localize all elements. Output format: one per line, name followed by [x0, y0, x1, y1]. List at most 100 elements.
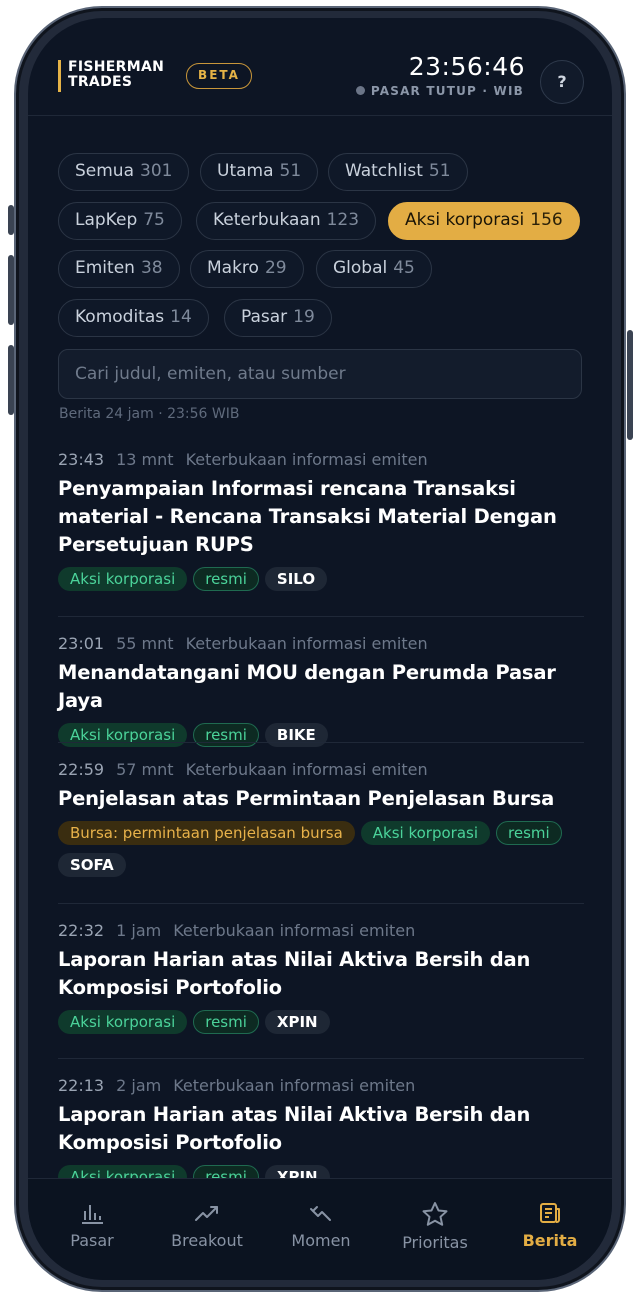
news-tags: Aksi korporasi resmi BIKE	[58, 723, 584, 755]
news-divider	[58, 742, 584, 743]
tag-category[interactable]: Aksi korporasi	[58, 723, 188, 747]
filter-chip-semua[interactable]: Semua 301	[58, 153, 190, 191]
filter-chip-pasar[interactable]: Pasar 19	[224, 299, 332, 337]
logo-line-1: FISHERMAN	[68, 59, 165, 75]
chip-label: Makro	[207, 258, 259, 278]
tag-ticker[interactable]: SILO	[264, 567, 328, 591]
chip-count: 75	[143, 210, 165, 230]
filter-chip-lapkep[interactable]: LapKep 75	[58, 202, 182, 240]
app-header: FISHERMAN TRADES BETA 23:56:46 PASAR TUT…	[28, 18, 612, 116]
chip-count: 45	[393, 258, 415, 278]
news-ago: 1 jam	[116, 921, 162, 940]
phone-volume-up	[8, 255, 14, 325]
news-title[interactable]: Penyampaian Informasi rencana Transaksi …	[58, 475, 584, 559]
filter-chip-aksi-korporasi[interactable]: Aksi korporasi 156	[388, 202, 580, 240]
news-ago: 13 mnt	[116, 450, 174, 469]
filter-chip-emiten[interactable]: Emiten 38	[58, 250, 180, 288]
phone-volume-down	[8, 345, 14, 415]
chip-count: 123	[326, 210, 360, 230]
phone-power-button	[627, 330, 633, 440]
chip-label: Pasar	[241, 307, 288, 327]
chip-label: Utama	[217, 161, 274, 181]
news-tags: Aksi korporasi resmi SILO	[58, 567, 584, 599]
newspaper-icon	[540, 1203, 560, 1223]
nav-item-berita[interactable]: Berita	[500, 1201, 600, 1250]
news-time: 22:13	[58, 1076, 105, 1095]
tag-category[interactable]: Aksi korporasi	[58, 567, 188, 591]
tag-official[interactable]: resmi	[193, 723, 259, 747]
tag-ticker[interactable]: BIKE	[264, 723, 328, 747]
market-status-text: PASAR TUTUP · WIB	[370, 84, 524, 98]
market-status: PASAR TUTUP · WIB	[355, 84, 524, 98]
filter-chip-global[interactable]: Global 45	[316, 250, 432, 288]
tag-category[interactable]: Aksi korporasi	[360, 821, 491, 845]
logo-line-2: TRADES	[68, 74, 133, 90]
news-meta: 22:59 57 mnt Keterbukaan informasi emiten	[58, 760, 584, 779]
news-item[interactable]: 22:32 1 jam Keterbukaan informasi emiten L…	[58, 921, 584, 1042]
news-item[interactable]: 23:01 55 mnt Keterbukaan informasi emiten …	[58, 634, 584, 755]
tag-exchange-request[interactable]: Bursa: permintaan penjelasan bursa	[58, 821, 355, 845]
nav-item-momen[interactable]: Momen	[271, 1201, 371, 1250]
chip-count: 14	[170, 307, 192, 327]
filter-chip-utama[interactable]: Utama 51	[200, 153, 319, 191]
chip-label: Global	[333, 258, 388, 278]
nav-item-prioritas[interactable]: Prioritas	[385, 1201, 485, 1252]
news-title[interactable]: Laporan Harian atas Nilai Aktiva Bersih …	[58, 946, 584, 1002]
chip-label: Aksi korporasi	[405, 210, 525, 230]
news-tags: Aksi korporasi resmi XPIN	[58, 1010, 584, 1042]
news-item[interactable]: 23:43 13 mnt Keterbukaan informasi emiten …	[58, 450, 584, 599]
phone-side-button	[8, 205, 14, 235]
chip-label: Keterbukaan	[213, 210, 321, 230]
tag-ticker[interactable]: SOFA	[58, 853, 126, 877]
nav-label: Berita	[522, 1231, 578, 1250]
news-title[interactable]: Penjelasan atas Permintaan Penjelasan Bu…	[58, 785, 584, 813]
news-source: Keterbukaan informasi emiten	[173, 921, 416, 940]
chip-count: 156	[530, 210, 563, 230]
chip-label: LapKep	[75, 210, 138, 230]
news-time: 22:59	[58, 760, 105, 779]
chip-count: 51	[428, 161, 451, 181]
feed-meta: Berita 24 jam · 23:56 WIB	[59, 406, 240, 422]
bar-chart-icon	[82, 1205, 103, 1224]
news-source: Keterbukaan informasi emiten	[185, 760, 428, 779]
news-divider	[58, 616, 584, 617]
news-divider	[58, 903, 584, 904]
logo-accent-bar	[58, 60, 61, 92]
chip-count: 19	[293, 307, 315, 327]
chip-count: 38	[140, 258, 163, 278]
tag-category[interactable]: Aksi korporasi	[58, 1010, 188, 1034]
star-icon	[422, 1202, 448, 1226]
news-tags: Bursa: permintaan penjelasan bursa Aksi k…	[58, 821, 584, 885]
news-ago: 57 mnt	[116, 760, 174, 779]
nav-label: Pasar	[70, 1231, 114, 1250]
logo-text: FISHERMAN TRADES	[68, 60, 164, 90]
news-source: Keterbukaan informasi emiten	[173, 1076, 416, 1095]
tag-official[interactable]: resmi	[193, 567, 259, 591]
beta-badge: BETA	[186, 63, 252, 89]
bottom-nav: Pasar Breakout Momen Prioritas Berita	[28, 1178, 612, 1280]
tag-official[interactable]: resmi	[496, 821, 562, 845]
news-time: 23:43	[58, 450, 105, 469]
news-source: Keterbukaan informasi emiten	[185, 450, 428, 469]
chip-count: 301	[140, 161, 173, 181]
chip-label: Semua	[75, 161, 135, 181]
news-title[interactable]: Menandatangani MOU dengan Perumda Pasar …	[58, 659, 584, 715]
help-button[interactable]: ?	[540, 60, 584, 104]
news-title[interactable]: Laporan Harian atas Nilai Aktiva Bersih …	[58, 1101, 584, 1157]
trend-up-icon	[195, 1206, 218, 1221]
search-input[interactable]	[58, 349, 582, 399]
filter-chip-keterbukaan[interactable]: Keterbukaan 123	[196, 202, 377, 240]
news-divider	[58, 1058, 584, 1059]
news-item[interactable]: 22:59 57 mnt Keterbukaan informasi emiten …	[58, 760, 584, 885]
chip-count: 51	[279, 161, 302, 181]
momentum-icon	[310, 1206, 331, 1221]
tag-official[interactable]: resmi	[193, 1010, 259, 1034]
filter-chip-komoditas[interactable]: Komoditas 14	[58, 299, 209, 337]
market-clock: 23:56:46	[408, 52, 525, 81]
tag-ticker[interactable]: XPIN	[264, 1010, 330, 1034]
nav-item-pasar[interactable]: Pasar	[42, 1201, 142, 1250]
filter-chip-watchlist[interactable]: Watchlist 51	[328, 153, 468, 191]
nav-item-breakout[interactable]: Breakout	[157, 1201, 257, 1250]
news-meta: 22:32 1 jam Keterbukaan informasi emiten	[58, 921, 584, 940]
filter-chip-makro[interactable]: Makro 29	[190, 250, 304, 288]
